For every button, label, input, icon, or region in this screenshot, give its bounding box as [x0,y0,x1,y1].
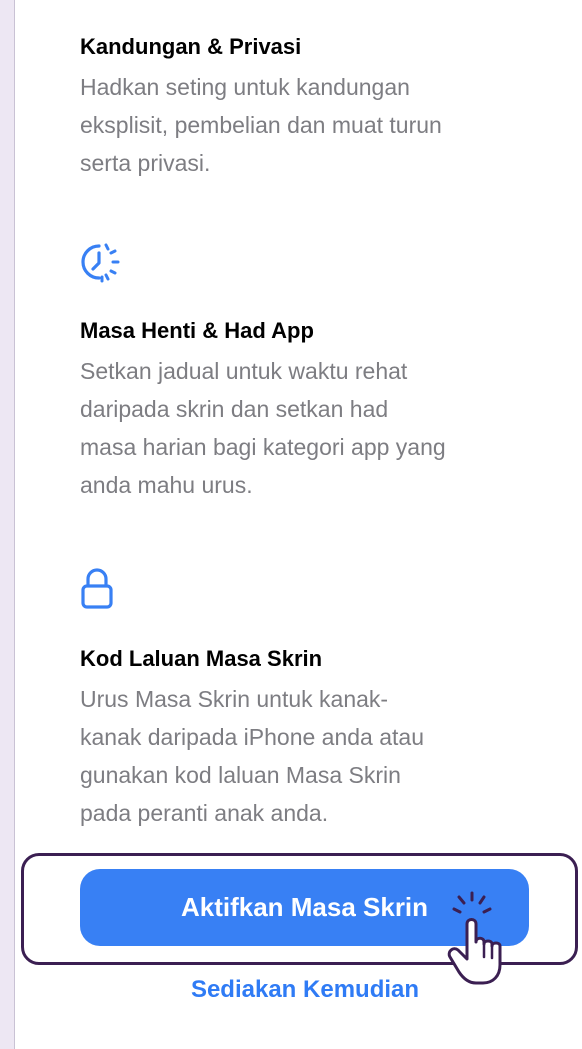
section-title: Kod Laluan Masa Skrin [80,646,323,671]
section-description: Hadkan seting untuk kandungan eksplisit,… [80,74,442,176]
section-screen-time-passcode: Kod Laluan Masa Skrin Urus Masa Skrin un… [80,644,550,832]
lock-icon [80,566,114,615]
section-title: Kandungan & Privasi [80,34,302,59]
hand-pointer-icon [442,887,522,1002]
downtime-icon [80,238,124,291]
section-description: Setkan jadual untuk waktu rehat daripada… [80,358,446,498]
section-description: Urus Masa Skrin untuk kanak- kanak darip… [80,686,425,826]
section-downtime-app-limits: Masa Henti & Had App Setkan jadual untuk… [80,316,550,504]
section-content-privacy: Kandungan & Privasi Hadkan seting untuk … [80,32,550,182]
section-title: Masa Henti & Had App [80,318,314,343]
